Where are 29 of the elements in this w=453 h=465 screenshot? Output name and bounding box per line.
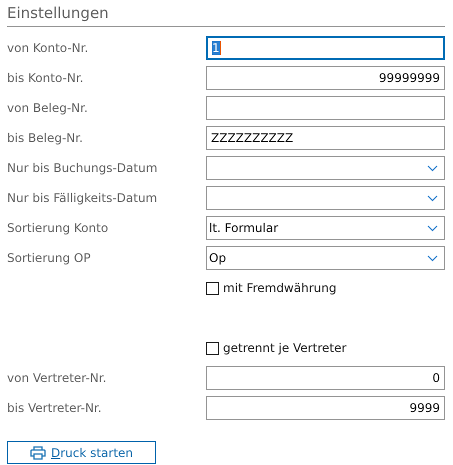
field-label: von Vertreter-Nr. (7, 371, 108, 385)
chevron-down-icon (427, 164, 438, 172)
input-field[interactable] (206, 96, 445, 120)
printer-icon (30, 446, 46, 460)
field-label: von Beleg-Nr. (7, 101, 89, 115)
checkbox[interactable]: mit Fremdwährung (206, 281, 336, 295)
chevron-down-icon (427, 194, 438, 202)
field-label: Sortierung Konto (7, 221, 110, 235)
checkbox[interactable]: getrennt je Vertreter (206, 341, 346, 355)
dropdown[interactable] (206, 186, 445, 210)
field-label: bis Konto-Nr. (7, 71, 84, 85)
input-field[interactable]: ZZZZZZZZZZ (206, 126, 445, 150)
field-label: bis Beleg-Nr. (7, 131, 84, 145)
field-label: Nur bis Buchungs-Datum (7, 161, 158, 175)
field-label: Nur bis Fälligkeits-Datum (7, 191, 158, 205)
print-button[interactable]: Druck starten (7, 441, 156, 464)
dropdown[interactable]: Op (206, 246, 445, 270)
section-title: Einstellungen (7, 4, 445, 27)
chevron-down-icon (427, 254, 438, 262)
field-label: von Konto-Nr. (7, 41, 90, 55)
input-field[interactable]: 9999 (206, 396, 445, 420)
chevron-down-icon (427, 224, 438, 232)
input-field[interactable]: 0 (206, 366, 445, 390)
field-label: Sortierung OP (7, 251, 92, 265)
field-label: bis Vertreter-Nr. (7, 401, 103, 415)
dropdown[interactable] (206, 156, 445, 180)
input-field[interactable]: 99999999 (206, 66, 445, 90)
dropdown[interactable]: lt. Formular (206, 216, 445, 240)
input-field[interactable]: 1 (206, 36, 445, 60)
